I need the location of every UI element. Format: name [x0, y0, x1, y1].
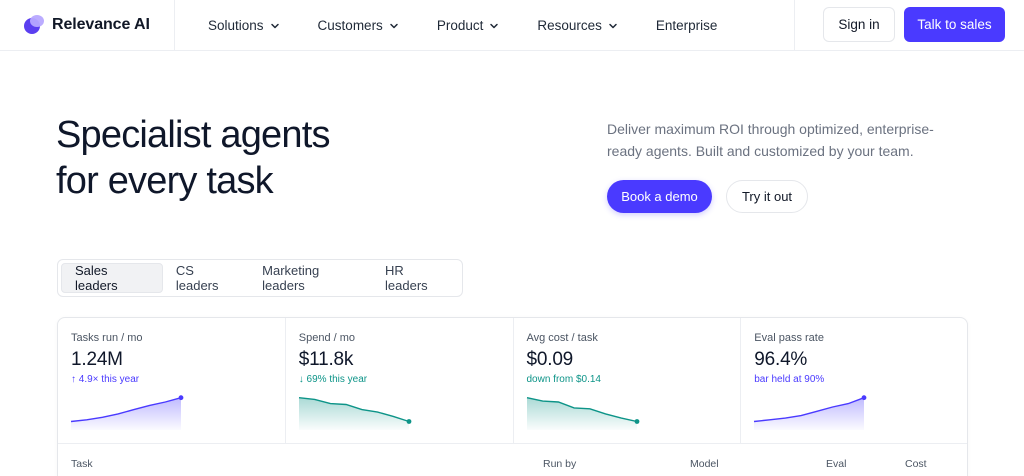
talk-to-sales-button[interactable]: Talk to sales	[904, 7, 1005, 42]
metric-subtext: bar held at 90%	[754, 374, 825, 385]
column-header-task: Task	[71, 458, 93, 470]
nav-item-label: Resources	[537, 18, 602, 33]
metric-value: $0.09	[526, 349, 574, 370]
metric-label: Tasks run / mo	[71, 332, 143, 344]
metric-subtext: down from $0.14	[526, 374, 602, 385]
task-table-header: Task Run by Model Eval Cost	[58, 444, 967, 476]
nav-item-label: Customers	[317, 18, 383, 33]
column-header-eval: Eval	[826, 458, 847, 470]
dashboard-preview: Tasks run / mo 1.24M ↑ 4.9× this year Sp…	[57, 317, 968, 476]
hero-title-line-1: Specialist agents	[56, 114, 330, 156]
sparkline-end-point	[861, 395, 867, 401]
nav-item-label: Product	[436, 18, 484, 33]
nav-item-enterprise[interactable]: Enterprise	[656, 18, 718, 33]
hero-title-line-2: for every task	[56, 160, 274, 202]
sparkline-chart	[70, 395, 184, 430]
nav-item-customers[interactable]: Customers	[318, 18, 399, 33]
metric-card-tasks: Tasks run / mo 1.24M ↑ 4.9× this year	[58, 318, 286, 444]
metric-label: Avg cost / task	[526, 332, 598, 344]
brand-name: Relevance AI	[52, 16, 150, 33]
sparkline-chart	[298, 397, 412, 430]
column-header-cost: Cost	[905, 458, 927, 470]
sparkline-end-point	[178, 395, 184, 401]
nav-item-product[interactable]: Product	[437, 18, 500, 33]
metric-value: $11.8k	[298, 349, 354, 370]
metric-card-spend: Spend / mo $11.8k ↓ 69% this year	[286, 318, 514, 444]
chevron-down-icon	[390, 23, 398, 28]
nav-divider	[174, 0, 175, 51]
sign-in-button[interactable]: Sign in	[823, 7, 895, 42]
tab-hr-leaders[interactable]: HR leaders	[372, 263, 459, 293]
sparkline-area	[298, 397, 409, 430]
tab-cs-leaders[interactable]: CS leaders	[163, 263, 249, 293]
metric-card-avg-cost: Avg cost / task $0.09 down from $0.14	[514, 318, 742, 444]
chevron-down-icon	[490, 23, 499, 28]
sparkline-end-point	[406, 419, 412, 424]
chevron-down-icon	[609, 23, 617, 28]
metric-label: Eval pass rate	[754, 332, 824, 344]
nav-item-solutions[interactable]: Solutions	[208, 18, 280, 33]
metric-value: 96.4%	[754, 349, 808, 370]
hero-title: Specialist agents for every task	[56, 112, 476, 204]
sparkline-chart	[754, 395, 867, 430]
nav-divider	[794, 0, 795, 51]
column-header-model: Model	[690, 458, 719, 470]
sparkline-area	[526, 397, 637, 430]
hero-description: Deliver maximum ROI through optimized, e…	[607, 121, 934, 159]
chevron-down-icon	[270, 23, 279, 28]
sparkline-chart	[526, 397, 639, 430]
tab-sales-leaders[interactable]: Sales leaders	[61, 263, 163, 293]
column-header-run-by: Run by	[543, 458, 577, 470]
book-demo-button[interactable]: Book a demo	[607, 180, 712, 213]
relevance-logo-icon	[24, 15, 44, 35]
metric-subtext: ↓ 69% this year	[298, 374, 368, 385]
sparkline-end-point	[634, 419, 639, 424]
nav-item-resources[interactable]: Resources	[537, 18, 618, 33]
nav-item-label: Solutions	[208, 18, 264, 33]
metric-card-eval-pass: Eval pass rate 96.4% bar held at 90%	[741, 318, 967, 444]
top-navigation: Relevance AI Solutions Customers Product…	[0, 0, 1024, 51]
try-it-out-button[interactable]: Try it out	[726, 180, 808, 213]
metric-label: Spend / mo	[298, 332, 356, 344]
metrics-row: Tasks run / mo 1.24M ↑ 4.9× this year Sp…	[58, 318, 967, 444]
nav-item-label: Enterprise	[655, 18, 718, 33]
metric-subtext: ↑ 4.9× this year	[71, 374, 140, 385]
persona-tabs: Sales leaders CS leaders Marketing leade…	[57, 259, 463, 297]
brand-logo-link[interactable]: Relevance AI	[24, 13, 150, 37]
main-menu: Solutions Customers Product Resources En…	[208, 0, 755, 51]
tab-marketing-leaders[interactable]: Marketing leaders	[249, 263, 372, 293]
metric-value: 1.24M	[71, 349, 123, 370]
